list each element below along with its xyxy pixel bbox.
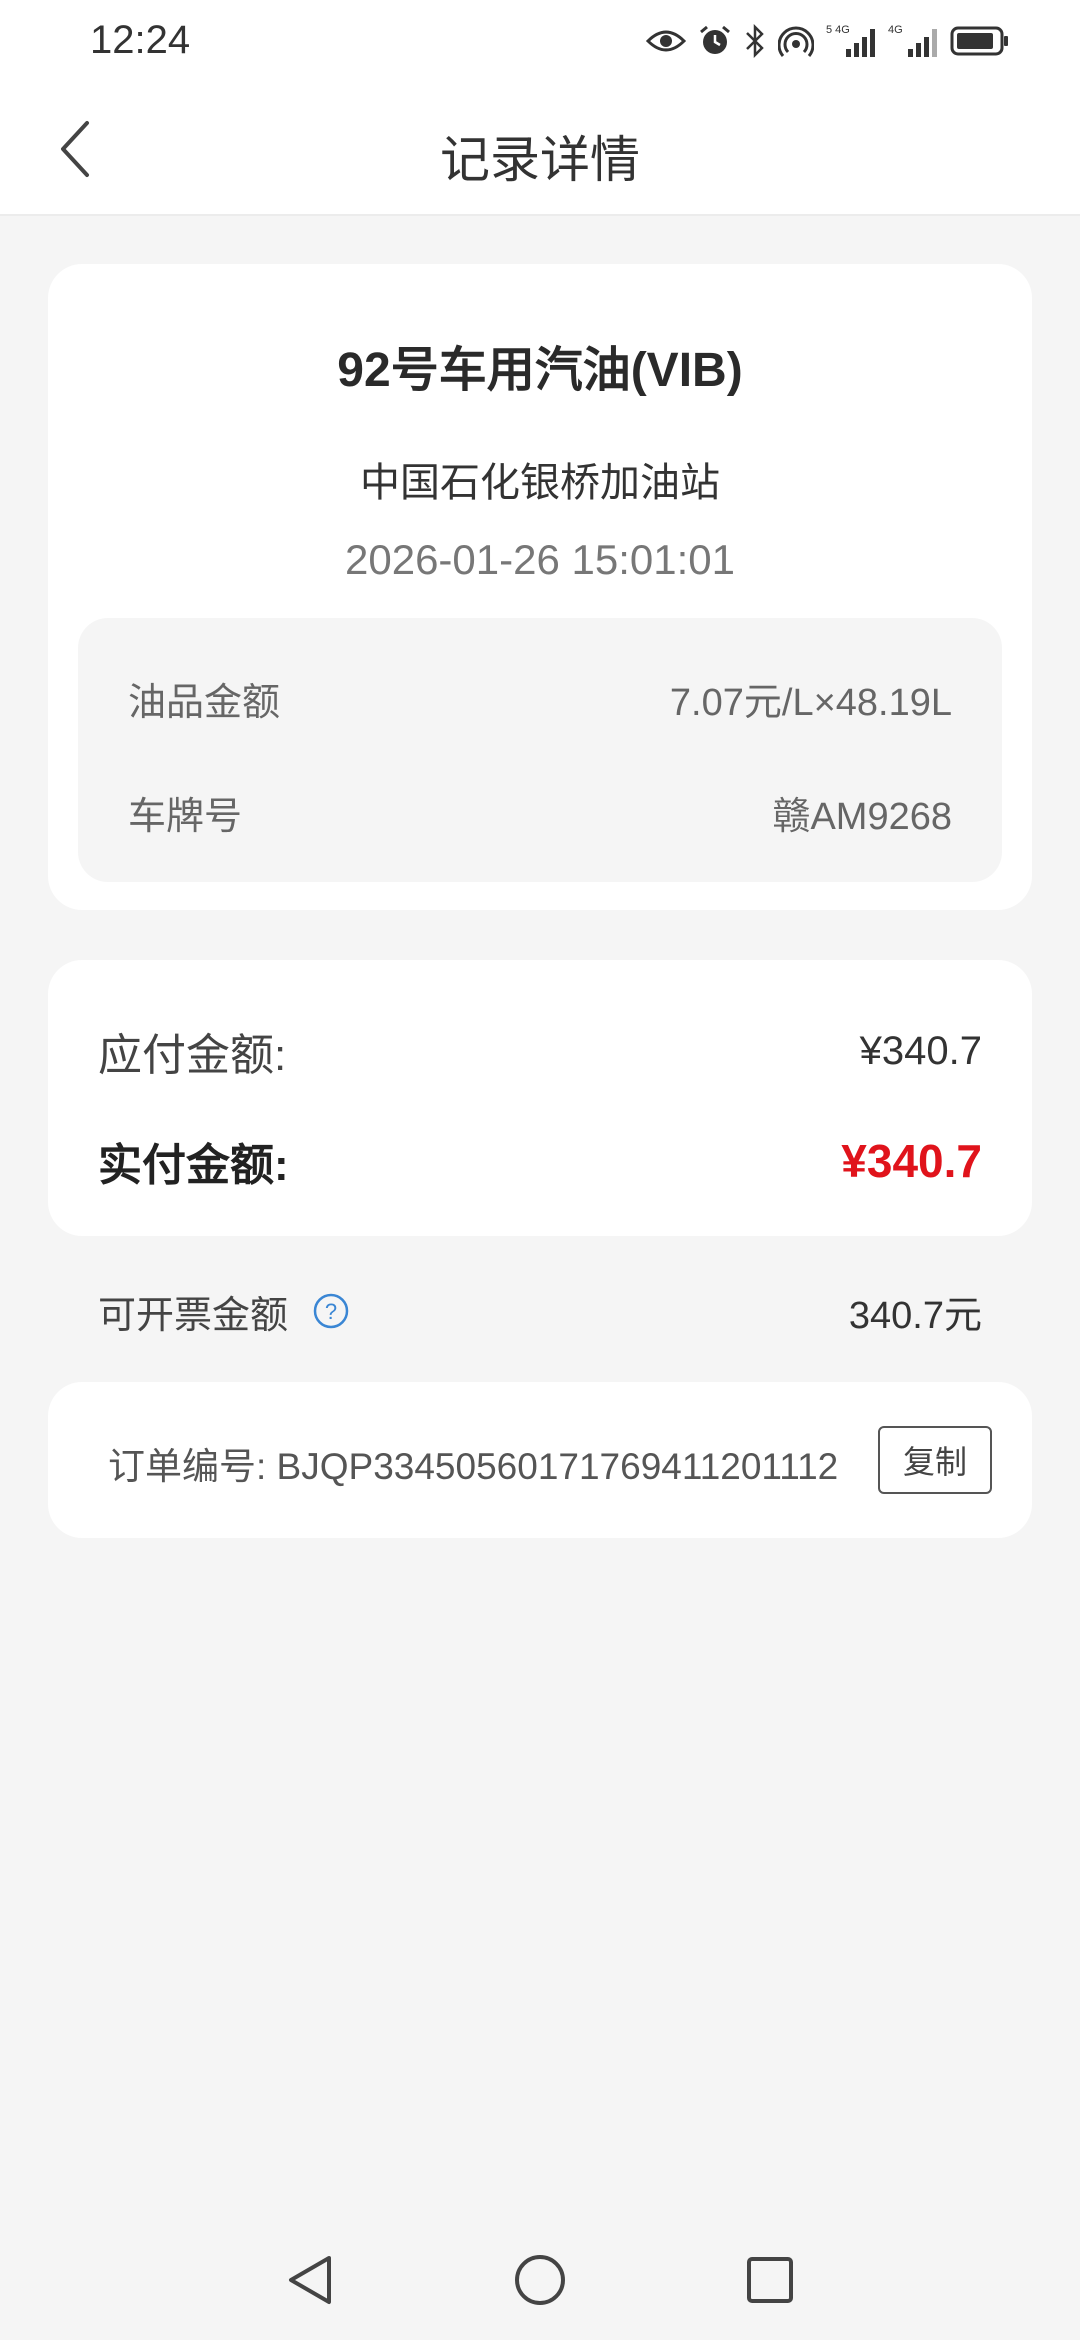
square-recent-icon[interactable] — [730, 2240, 810, 2320]
copy-button[interactable]: 复制 — [878, 1426, 992, 1494]
amount-due-label: 应付金额: — [98, 1031, 287, 1080]
amount-paid-value: ¥340.7 — [841, 1135, 982, 1187]
hotspot-icon — [778, 24, 814, 58]
station-name: 中国石化银桥加油站 — [360, 461, 720, 505]
svg-text:5 4G: 5 4G — [826, 24, 850, 36]
fuel-amount-row: 油品金额 7.07元/L×48.19L — [128, 668, 952, 728]
detail-box: 油品金额 7.07元/L×48.19L 车牌号 赣AM9268 — [78, 618, 1002, 882]
eye-icon — [646, 26, 686, 56]
record-time: 2026-01-26 15:01:01 — [345, 536, 735, 583]
page-title: 记录详情 — [440, 132, 640, 188]
svg-text:4G: 4G — [888, 24, 903, 36]
order-card: 订单编号: BJQP334505601717694112011​12 复制 — [48, 1382, 1032, 1538]
amount-due-row: 应付金额: ¥340.7 — [98, 1016, 982, 1086]
amount-due-value: ¥340.7 — [859, 1028, 982, 1073]
amount-paid-row: 实付金额: ¥340.7 — [98, 1126, 982, 1196]
question-circle-icon[interactable]: ? — [312, 1292, 350, 1330]
amount-paid-label: 实付金额: — [98, 1141, 289, 1190]
record-info-card: 92号车用汽油(VIB) 中国石化银桥加油站 2026-01-26 15:01:… — [48, 264, 1032, 910]
status-time: 12:24 — [90, 18, 191, 62]
header-bar: 记录详情 — [0, 84, 1080, 216]
triangle-back-icon[interactable] — [270, 2240, 350, 2320]
invoice-label: 可开票金额 — [98, 1294, 289, 1337]
fuel-amount-value: 7.07元/L×48.19L — [669, 681, 952, 724]
invoice-amount: 340.7元 — [848, 1294, 982, 1337]
fuel-amount-label: 油品金额 — [128, 681, 281, 724]
payment-card: 应付金额: ¥340.7 实付金额: ¥340.7 — [48, 960, 1032, 1236]
invoice-row: 可开票金额 ? 340.7元 — [98, 1280, 982, 1342]
plate-number-value: 赣AM9268 — [772, 795, 952, 838]
signal-4g-icon: 4G — [888, 23, 938, 59]
circle-home-icon[interactable] — [500, 2240, 580, 2320]
alarm-icon — [698, 24, 732, 58]
bluetooth-icon — [744, 24, 766, 58]
signal-5g-icon: 5 4G — [826, 23, 876, 59]
svg-text:?: ? — [325, 1299, 337, 1324]
status-bar: 12:24 5 4G 4G — [0, 0, 1080, 84]
plate-number-label: 车牌号 — [128, 795, 243, 838]
system-nav-bar — [0, 2218, 1080, 2340]
product-name: 92号车用汽油(VIB) — [337, 344, 743, 397]
battery-icon — [950, 25, 1010, 57]
order-number: 订单编号: BJQP334505601717694112011​12 — [108, 1446, 839, 1487]
status-icons: 5 4G 4G — [646, 18, 1010, 64]
plate-number-row: 车牌号 赣AM9268 — [128, 782, 952, 842]
